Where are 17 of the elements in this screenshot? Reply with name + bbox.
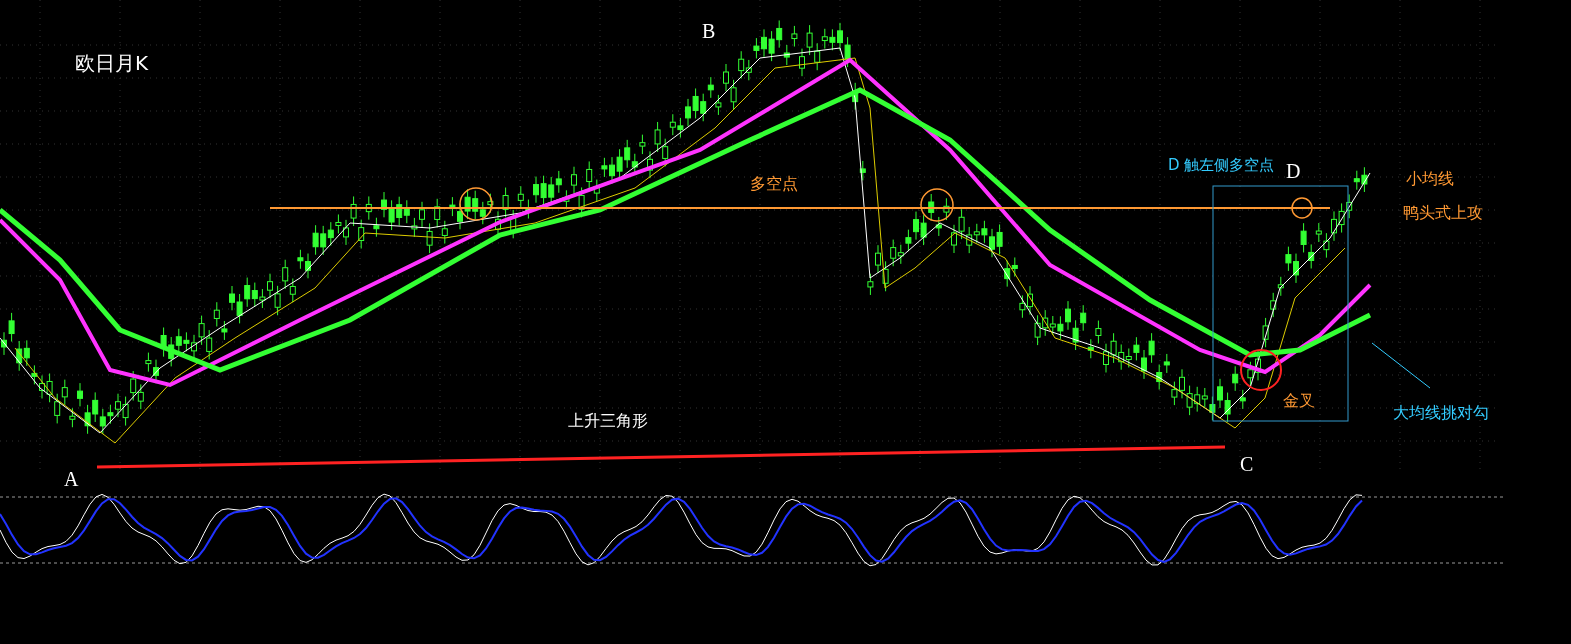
point-label: D [1286, 160, 1301, 182]
point-label: C [1240, 453, 1254, 475]
point-label: A [64, 468, 79, 490]
highlight-circle [1240, 349, 1282, 391]
highlight-circle [459, 187, 493, 221]
highlight-circle [920, 188, 954, 222]
annotation-label: 鸭头式上攻 [1403, 203, 1483, 222]
chart-title: 欧日月K [75, 51, 149, 75]
annotation-label: 多空点 [750, 174, 798, 193]
annotation-label: 小均线 [1406, 169, 1454, 188]
highlight-circle [1291, 197, 1313, 219]
annotation-label: 大均线挑对勾 [1393, 403, 1489, 422]
annotation-label: 金叉 [1283, 391, 1315, 410]
annotation-label: D 触左侧多空点 [1168, 156, 1275, 174]
point-label: B [702, 20, 716, 42]
leader-line [1371, 342, 1431, 389]
annotation-label: 上升三角形 [568, 411, 648, 430]
